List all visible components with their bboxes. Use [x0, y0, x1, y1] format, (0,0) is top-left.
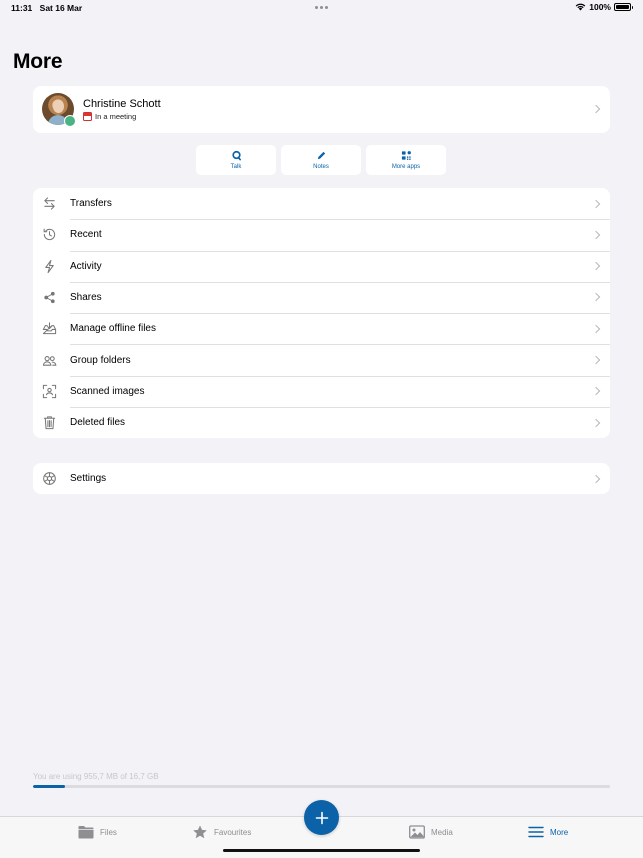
storage-usage-text: You are using 955,7 MB of 16,7 GB: [33, 772, 159, 781]
lightning-icon: [42, 259, 57, 274]
menu-label: Transfers: [70, 198, 112, 210]
menu-label: Scanned images: [70, 385, 145, 397]
wifi-icon: [575, 3, 586, 11]
scan-icon: [42, 384, 57, 399]
menu-item-deleted-files[interactable]: Deleted files: [33, 407, 610, 438]
notes-app-label: Notes: [313, 164, 329, 170]
menu-label: Recent: [70, 229, 102, 241]
chevron-right-icon: [591, 293, 601, 302]
profile-status-text: In a meeting: [95, 112, 137, 121]
share-icon: [42, 290, 57, 305]
profile-name: Christine Schott: [83, 98, 161, 110]
profile-card[interactable]: Christine Schott In a meeting: [33, 86, 610, 133]
settings-card: Settings: [33, 463, 610, 494]
menu-item-offline-files[interactable]: Manage offline files: [33, 313, 610, 344]
gear-icon: [42, 471, 57, 486]
menu-label: Group folders: [70, 354, 131, 366]
menu-label: Shares: [70, 292, 102, 304]
menu-list: Transfers Recent Activity Shares Manage …: [33, 188, 610, 438]
multitasking-dots-icon[interactable]: [315, 6, 328, 9]
talk-icon: [231, 150, 241, 161]
star-icon: [193, 825, 207, 839]
tab-media[interactable]: Media: [409, 825, 453, 839]
chevron-right-icon: [591, 387, 601, 396]
chevron-right-icon: [591, 324, 601, 333]
menu-label: Deleted files: [70, 417, 126, 429]
profile-status: In a meeting: [83, 112, 136, 121]
menu-label: Settings: [70, 473, 107, 484]
plus-icon: [315, 811, 328, 824]
menu-label: Activity: [70, 260, 102, 272]
battery-percent: 100%: [589, 2, 611, 12]
transfer-arrows-icon: [42, 196, 57, 211]
apps-row: Talk Notes More apps: [196, 145, 446, 175]
page-title: More: [13, 50, 63, 73]
tab-label: Media: [431, 827, 453, 837]
tab-label: More: [550, 827, 569, 837]
storage-usage-bar: [33, 785, 610, 788]
history-icon: [42, 227, 57, 242]
chevron-right-icon: [591, 104, 601, 114]
more-apps-button[interactable]: More apps: [366, 145, 446, 175]
talk-app-button[interactable]: Talk: [196, 145, 276, 175]
folder-icon: [78, 826, 94, 839]
tab-favourites[interactable]: Favourites: [192, 825, 251, 839]
tab-files[interactable]: Files: [78, 825, 117, 839]
menu-icon: [528, 826, 544, 838]
menu-label: Manage offline files: [70, 323, 156, 335]
menu-item-shares[interactable]: Shares: [33, 281, 610, 313]
tab-label: Files: [100, 827, 117, 837]
chevron-right-icon: [591, 199, 601, 208]
menu-item-group-folders[interactable]: Group folders: [33, 344, 610, 375]
talk-app-label: Talk: [230, 164, 242, 170]
chevron-right-icon: [591, 261, 601, 271]
chevron-right-icon: [591, 230, 601, 240]
apps-grid-icon: [401, 151, 411, 160]
tray-download-icon: [42, 321, 57, 336]
add-button[interactable]: [304, 800, 339, 835]
battery-icon: [614, 3, 633, 11]
storage-usage-fill: [33, 785, 66, 788]
menu-item-scanned-images[interactable]: Scanned images: [33, 375, 610, 407]
more-screen: 11:31 Sat 16 Mar 100% More Christine Sch…: [0, 0, 643, 858]
status-time: 11:31: [11, 3, 33, 13]
status-indicators: 100%: [575, 2, 633, 12]
online-status-dot: [64, 115, 76, 127]
notes-app-button[interactable]: Notes: [281, 145, 361, 175]
home-indicator[interactable]: [223, 849, 420, 852]
menu-item-recent[interactable]: Recent: [33, 219, 610, 250]
more-apps-label: More apps: [391, 164, 421, 170]
status-bar: 11:31 Sat 16 Mar 100%: [0, 0, 643, 16]
calendar-icon: [83, 112, 92, 121]
status-date: Sat 16 Mar: [39, 3, 83, 13]
group-icon: [42, 353, 57, 368]
trash-icon: [42, 415, 57, 430]
menu-item-transfers[interactable]: Transfers: [33, 188, 610, 219]
chevron-right-icon: [591, 474, 601, 483]
chevron-right-icon: [591, 418, 601, 427]
tab-label: Favourites: [214, 827, 252, 837]
chevron-right-icon: [591, 355, 601, 365]
menu-item-settings[interactable]: Settings: [33, 463, 610, 494]
image-icon: [409, 825, 425, 839]
tab-more[interactable]: More: [528, 825, 568, 839]
pencil-icon: [317, 151, 325, 160]
menu-item-activity[interactable]: Activity: [33, 250, 610, 282]
status-datetime: 11:31 Sat 16 Mar: [11, 3, 87, 13]
